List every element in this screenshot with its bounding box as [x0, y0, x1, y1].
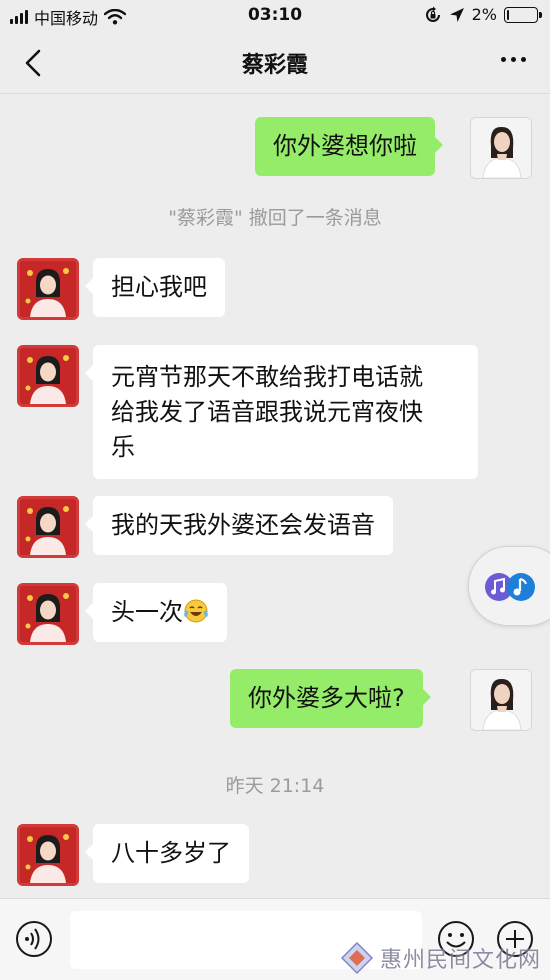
voice-button[interactable]: [14, 919, 54, 959]
message-bubble-sent[interactable]: 你外婆想你啦: [255, 117, 443, 176]
avatar-self[interactable]: [470, 117, 532, 179]
chat-timestamp: 昨天 21:14: [225, 775, 325, 797]
avatar-contact[interactable]: [17, 583, 79, 645]
watermark-logo-icon: [340, 941, 374, 974]
more-dot-icon: [521, 57, 526, 62]
person-avatar-icon: [471, 670, 531, 730]
message-line: 乐: [111, 433, 135, 461]
system-recall-notice: "蔡彩霞" 撤回了一条消息: [168, 207, 382, 229]
status-right: 2%: [424, 5, 542, 24]
person-avatar-icon: [20, 348, 76, 404]
message-text: 头一次: [111, 598, 183, 626]
chat-header: 蔡彩霞: [0, 32, 550, 94]
person-avatar-icon: [20, 827, 76, 883]
person-avatar-icon: [20, 261, 76, 317]
message-bubble-received[interactable]: 我的天我外婆还会发语音: [85, 496, 393, 555]
avatar-contact[interactable]: [17, 258, 79, 320]
message-line: 给我发了语音跟我说元宵夜快: [111, 398, 423, 426]
battery-icon: [504, 6, 542, 23]
message-bubble-sent[interactable]: 你外婆多大啦?: [230, 669, 431, 728]
chat-title: 蔡彩霞: [241, 53, 308, 78]
watermark-text: 惠州民间文化网: [380, 947, 542, 973]
avatar-contact[interactable]: [17, 824, 79, 886]
more-dot-icon: [511, 57, 516, 62]
more-button[interactable]: [501, 57, 526, 62]
message-bubble-received[interactable]: 元宵节那天不敢给我打电话就 给我发了语音跟我说元宵夜快 乐: [85, 345, 478, 479]
avatar-contact[interactable]: [17, 496, 79, 558]
message-line: 元宵节那天不敢给我打电话就: [111, 363, 423, 391]
message-bubble-received[interactable]: 担心我吧: [85, 258, 225, 317]
rotation-lock-icon: [425, 6, 440, 22]
watermark: 惠州民间文化网: [340, 935, 550, 980]
tears-of-joy-emoji-icon: [184, 599, 208, 623]
avatar-contact[interactable]: [17, 345, 79, 407]
person-avatar-icon: [20, 586, 76, 642]
location-icon: [449, 7, 464, 22]
message-bubble-received[interactable]: 八十多岁了: [85, 824, 249, 883]
battery-level: [507, 9, 509, 20]
person-avatar-icon: [471, 118, 531, 178]
status-bar: 中国移动 03:10 2%: [0, 0, 550, 32]
voice-icon: [16, 921, 52, 957]
person-avatar-icon: [20, 499, 76, 555]
avatar-self[interactable]: [470, 669, 532, 731]
message-bubble-received[interactable]: 头一次: [85, 583, 227, 642]
floating-music-button[interactable]: [468, 546, 550, 626]
battery-percent: 2%: [471, 5, 497, 24]
music-note-icon: [485, 573, 535, 601]
more-dot-icon: [501, 57, 506, 62]
